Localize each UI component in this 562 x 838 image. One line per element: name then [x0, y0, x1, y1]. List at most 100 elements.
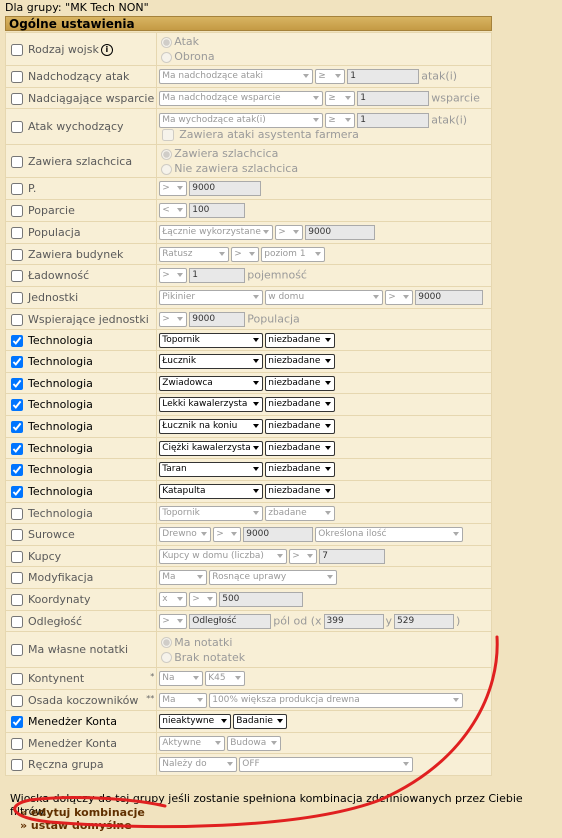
filter-checkbox[interactable]	[11, 205, 23, 217]
filter-checkbox[interactable]	[11, 399, 23, 411]
filter-checkbox[interactable]	[11, 673, 23, 685]
value-input[interactable]: 9000	[305, 225, 376, 240]
radio-atak[interactable]	[161, 36, 173, 48]
filter-checkbox[interactable]	[11, 292, 23, 304]
filter-checkbox[interactable]	[11, 615, 23, 628]
value-input[interactable]: 1	[189, 268, 246, 283]
filter-checkbox[interactable]	[11, 644, 23, 656]
filter-checkbox[interactable]	[11, 356, 23, 368]
tech-status-select[interactable]: zbadane	[265, 505, 336, 521]
value-input[interactable]: 9000	[189, 311, 246, 327]
distance-input[interactable]: Odległość	[189, 613, 272, 629]
radio-has-notes[interactable]	[161, 637, 173, 648]
tech-unit-select[interactable]: Topornik	[159, 505, 264, 521]
bonus-select[interactable]: 100% większa produkcja drewna	[209, 692, 464, 708]
tech-unit-select[interactable]: Taran	[159, 462, 264, 477]
tech-status-select[interactable]: niezbadane	[265, 375, 336, 391]
operator-select[interactable]: ≥	[325, 112, 356, 128]
operator-select[interactable]: >	[159, 311, 188, 327]
radio-obrona[interactable]	[161, 51, 173, 63]
operator-select[interactable]: >	[159, 268, 188, 283]
filter-checkbox[interactable]	[11, 121, 23, 133]
tech-status-select[interactable]: niezbadane	[265, 484, 336, 499]
filter-checkbox[interactable]	[11, 313, 23, 326]
filter-checkbox[interactable]	[11, 594, 23, 606]
value-input[interactable]: 1	[347, 69, 420, 84]
modification-select[interactable]: Rosnące uprawy	[209, 570, 338, 585]
tech-status-select[interactable]: niezbadane	[265, 332, 336, 348]
filter-checkbox[interactable]	[11, 716, 23, 728]
filter-checkbox[interactable]	[11, 572, 23, 584]
operator-select[interactable]: >	[159, 613, 188, 629]
filter-checkbox[interactable]	[11, 71, 23, 83]
tech-unit-select[interactable]: Łucznik	[159, 354, 264, 369]
filter-checkbox[interactable]	[11, 248, 23, 261]
tech-unit-select[interactable]: Łucznik na koniu	[159, 419, 264, 434]
merchant-type-select[interactable]: Kupcy w domu (liczba)	[159, 548, 288, 564]
manager-type-select[interactable]: Budowa	[227, 735, 282, 751]
filter-checkbox[interactable]	[11, 464, 23, 476]
filter-checkbox[interactable]	[11, 737, 23, 750]
filter-checkbox[interactable]	[11, 442, 23, 455]
operator-select[interactable]: >	[159, 181, 188, 196]
y-input[interactable]: 529	[394, 613, 455, 629]
tech-unit-select[interactable]: Lekki kawalerzysta	[159, 397, 264, 412]
filter-checkbox[interactable]	[11, 759, 23, 771]
axis-select[interactable]: x	[159, 592, 188, 607]
filter-checkbox[interactable]	[11, 183, 23, 195]
filter-checkbox[interactable]	[11, 421, 23, 433]
tech-status-select[interactable]: niezbadane	[265, 354, 336, 369]
value-input[interactable]: 7	[319, 548, 386, 564]
on-select[interactable]: Na	[159, 671, 204, 686]
filter-checkbox[interactable]	[11, 334, 23, 347]
operator-select[interactable]: >	[385, 290, 414, 305]
filter-checkbox[interactable]	[11, 507, 23, 520]
filter-checkbox[interactable]	[11, 529, 23, 541]
filter-checkbox[interactable]	[11, 486, 23, 498]
value-input[interactable]: 100	[189, 203, 246, 218]
value-input[interactable]: 9000	[243, 527, 314, 542]
incoming-type-select[interactable]: Ma nadchodzące ataki	[159, 69, 314, 84]
edit-combination-link[interactable]: » edytuj kombinacje	[20, 806, 145, 819]
filter-checkbox[interactable]	[11, 43, 23, 56]
value-input[interactable]: 1	[357, 112, 430, 128]
radio-no-noble[interactable]	[161, 163, 173, 175]
group-select[interactable]: OFF	[239, 757, 414, 772]
filter-checkbox[interactable]	[11, 270, 23, 282]
level-select[interactable]: poziom 1	[261, 246, 326, 262]
tech-unit-select[interactable]: Zwiadowca	[159, 375, 264, 391]
value-input[interactable]: 9000	[189, 181, 262, 196]
radio-has-noble[interactable]	[161, 148, 173, 160]
operator-select[interactable]: >	[213, 527, 242, 542]
continent-select[interactable]: K45	[205, 671, 246, 686]
operator-select[interactable]: ≥	[315, 69, 346, 84]
value-input[interactable]: 500	[219, 592, 304, 607]
amount-type-select[interactable]: Określona ilość	[315, 527, 464, 542]
location-select[interactable]: w domu	[265, 290, 384, 305]
manager-status-select[interactable]: nieaktywne	[159, 714, 232, 729]
operator-select[interactable]: ≥	[325, 90, 356, 106]
filter-checkbox[interactable]	[11, 155, 23, 168]
manager-type-select[interactable]: Badanie	[233, 714, 288, 729]
manager-status-select[interactable]: Aktywne	[159, 735, 226, 751]
operator-select[interactable]: >	[189, 592, 218, 607]
radio-no-notes[interactable]	[161, 652, 173, 663]
building-select[interactable]: Ratusz	[159, 246, 230, 262]
info-icon[interactable]: i	[100, 43, 113, 56]
has-select[interactable]: Ma	[159, 692, 208, 708]
support-type-select[interactable]: Ma nadchodzące wsparcie	[159, 90, 324, 106]
operator-select[interactable]: <	[159, 203, 188, 218]
resource-select[interactable]: Drewno	[159, 527, 212, 542]
operator-select[interactable]: >	[231, 246, 260, 262]
outgoing-type-select[interactable]: Ma wychodzące atak(i)	[159, 112, 324, 128]
tech-status-select[interactable]: niezbadane	[265, 397, 336, 412]
tech-unit-select[interactable]: Ciężki kawalerzysta	[159, 440, 264, 456]
value-input[interactable]: 1	[357, 90, 430, 106]
population-type-select[interactable]: Łącznie wykorzystane	[159, 225, 274, 240]
membership-select[interactable]: Należy do	[159, 757, 238, 772]
tech-status-select[interactable]: niezbadane	[265, 419, 336, 434]
operator-select[interactable]: >	[275, 225, 304, 240]
filter-checkbox[interactable]	[11, 694, 23, 707]
filter-checkbox[interactable]	[11, 227, 23, 239]
filter-checkbox[interactable]	[11, 550, 23, 563]
